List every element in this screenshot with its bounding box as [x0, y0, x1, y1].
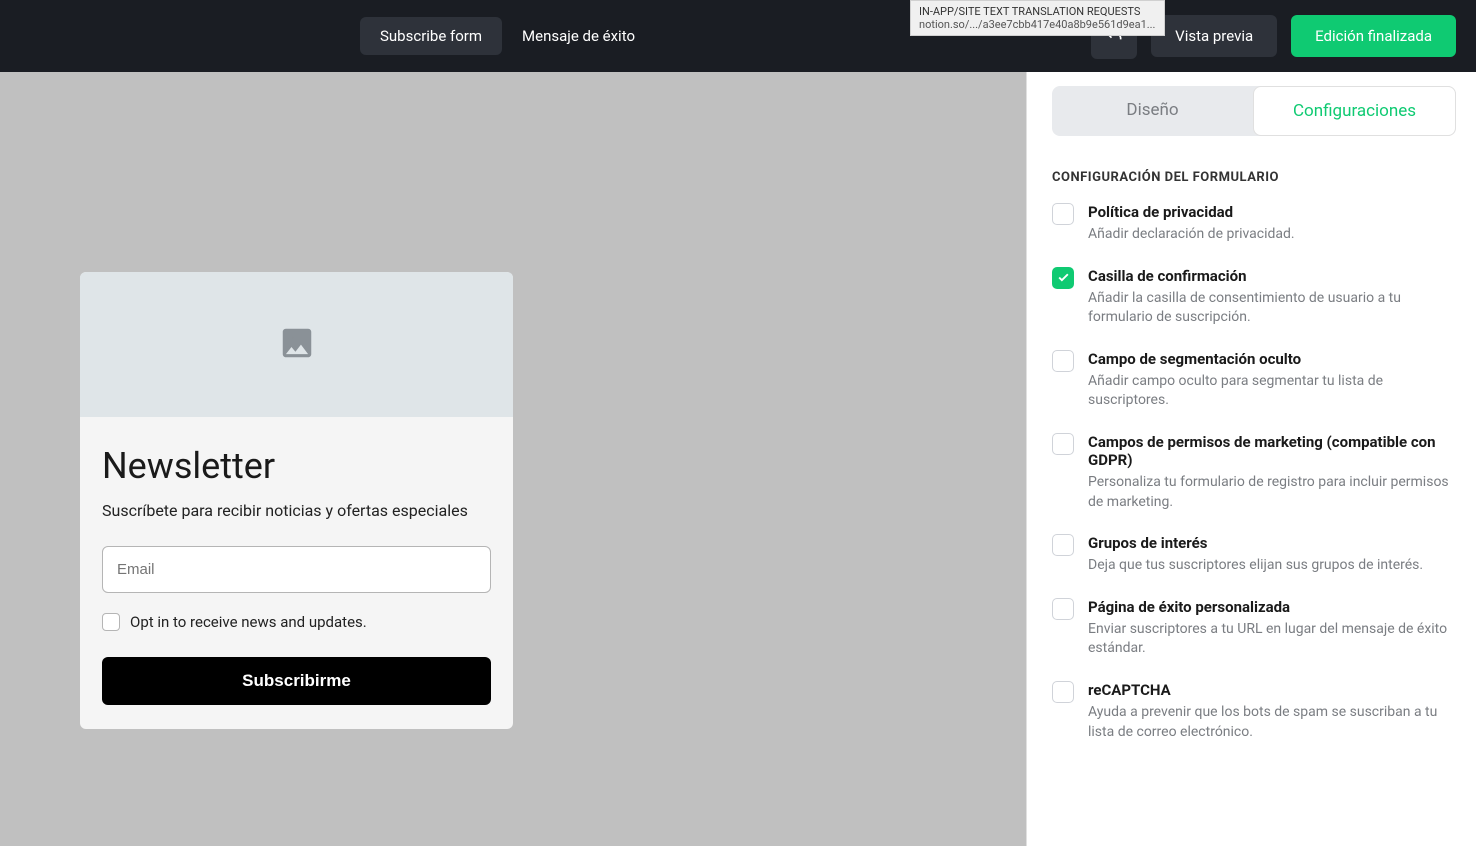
optin-row[interactable]: Opt in to receive news and updates. [102, 613, 491, 631]
tooltip-title: IN-APP/SITE TEXT TRANSLATION REQUESTS [919, 5, 1156, 18]
setting-checkbox[interactable] [1052, 681, 1074, 703]
sidebar: Diseño Configuraciones CONFIGURACIÓN DEL… [1026, 72, 1476, 846]
setting-text: reCAPTCHA Ayuda a prevenir que los bots d… [1088, 681, 1451, 742]
canvas-area[interactable]: Newsletter Suscríbete para recibir notic… [0, 72, 1026, 846]
setting-checkbox[interactable] [1052, 203, 1074, 225]
setting-text: Grupos de interés Deja que tus suscriptor… [1088, 534, 1451, 576]
setting-row: Campos de permisos de marketing (compati… [1052, 433, 1451, 512]
sidebar-tabs: Diseño Configuraciones [1052, 86, 1456, 136]
settings-list: Política de privacidad Añadir declaración… [1052, 203, 1451, 742]
setting-desc: Añadir campo oculto para segmentar tu li… [1088, 372, 1451, 411]
setting-title: Grupos de interés [1088, 534, 1451, 552]
check-icon [1057, 271, 1070, 284]
tab-settings[interactable]: Configuraciones [1253, 86, 1456, 136]
tooltip-url: notion.so/.../a3ee7cbb417e40a8b9e561d9ea… [919, 18, 1156, 31]
tab-success-message[interactable]: Mensaje de éxito [502, 17, 655, 55]
sidebar-content: CONFIGURACIÓN DEL FORMULARIO Política de… [1027, 150, 1476, 784]
tab-subscribe-form[interactable]: Subscribe form [360, 17, 502, 55]
email-input[interactable] [102, 546, 491, 593]
setting-checkbox[interactable] [1052, 534, 1074, 556]
setting-checkbox[interactable] [1052, 267, 1074, 289]
setting-desc: Añadir declaración de privacidad. [1088, 225, 1451, 245]
form-title[interactable]: Newsletter [102, 445, 491, 487]
setting-desc: Enviar suscriptores a tu URL en lugar de… [1088, 620, 1451, 659]
setting-desc: Deja que tus suscriptores elijan sus gru… [1088, 556, 1451, 576]
setting-row: reCAPTCHA Ayuda a prevenir que los bots d… [1052, 681, 1451, 742]
setting-checkbox[interactable] [1052, 598, 1074, 620]
section-header: CONFIGURACIÓN DEL FORMULARIO [1052, 170, 1451, 185]
form-body: Newsletter Suscríbete para recibir notic… [80, 417, 513, 729]
main-content: Newsletter Suscríbete para recibir notic… [0, 72, 1476, 846]
top-bar: Subscribe form Mensaje de éxito IN-APP/S… [0, 0, 1476, 72]
setting-desc: Añadir la casilla de consentimiento de u… [1088, 289, 1451, 328]
setting-title: reCAPTCHA [1088, 681, 1451, 699]
setting-text: Política de privacidad Añadir declaración… [1088, 203, 1451, 245]
setting-row: Grupos de interés Deja que tus suscriptor… [1052, 534, 1451, 576]
tab-design[interactable]: Diseño [1052, 86, 1253, 136]
setting-text: Página de éxito personalizada Enviar susc… [1088, 598, 1451, 659]
optin-label: Opt in to receive news and updates. [130, 613, 367, 631]
setting-row: Casilla de confirmación Añadir la casilla… [1052, 267, 1451, 328]
setting-row: Campo de segmentación oculto Añadir campo… [1052, 350, 1451, 411]
setting-title: Casilla de confirmación [1088, 267, 1451, 285]
setting-title: Campos de permisos de marketing (compati… [1088, 433, 1451, 469]
finish-button[interactable]: Edición finalizada [1291, 15, 1456, 57]
preview-button[interactable]: Vista previa [1151, 15, 1277, 57]
setting-checkbox[interactable] [1052, 433, 1074, 455]
setting-desc: Ayuda a prevenir que los bots de spam se… [1088, 703, 1451, 742]
setting-row: Política de privacidad Añadir declaración… [1052, 203, 1451, 245]
sidebar-tabs-wrapper: Diseño Configuraciones [1027, 72, 1476, 150]
top-tabs: Subscribe form Mensaje de éxito [360, 17, 655, 55]
form-subtitle[interactable]: Suscríbete para recibir noticias y ofert… [102, 501, 491, 520]
optin-checkbox[interactable] [102, 613, 120, 631]
image-placeholder-icon [278, 324, 316, 366]
tooltip: IN-APP/SITE TEXT TRANSLATION REQUESTS no… [910, 0, 1165, 36]
setting-text: Campo de segmentación oculto Añadir campo… [1088, 350, 1451, 411]
subscribe-button[interactable]: Subscribirme [102, 657, 491, 705]
setting-title: Campo de segmentación oculto [1088, 350, 1451, 368]
setting-title: Página de éxito personalizada [1088, 598, 1451, 616]
form-image-placeholder[interactable] [80, 272, 513, 417]
setting-checkbox[interactable] [1052, 350, 1074, 372]
setting-desc: Personaliza tu formulario de registro pa… [1088, 473, 1451, 512]
form-card[interactable]: Newsletter Suscríbete para recibir notic… [80, 272, 513, 729]
setting-title: Política de privacidad [1088, 203, 1451, 221]
setting-text: Campos de permisos de marketing (compati… [1088, 433, 1451, 512]
setting-row: Página de éxito personalizada Enviar susc… [1052, 598, 1451, 659]
setting-text: Casilla de confirmación Añadir la casilla… [1088, 267, 1451, 328]
